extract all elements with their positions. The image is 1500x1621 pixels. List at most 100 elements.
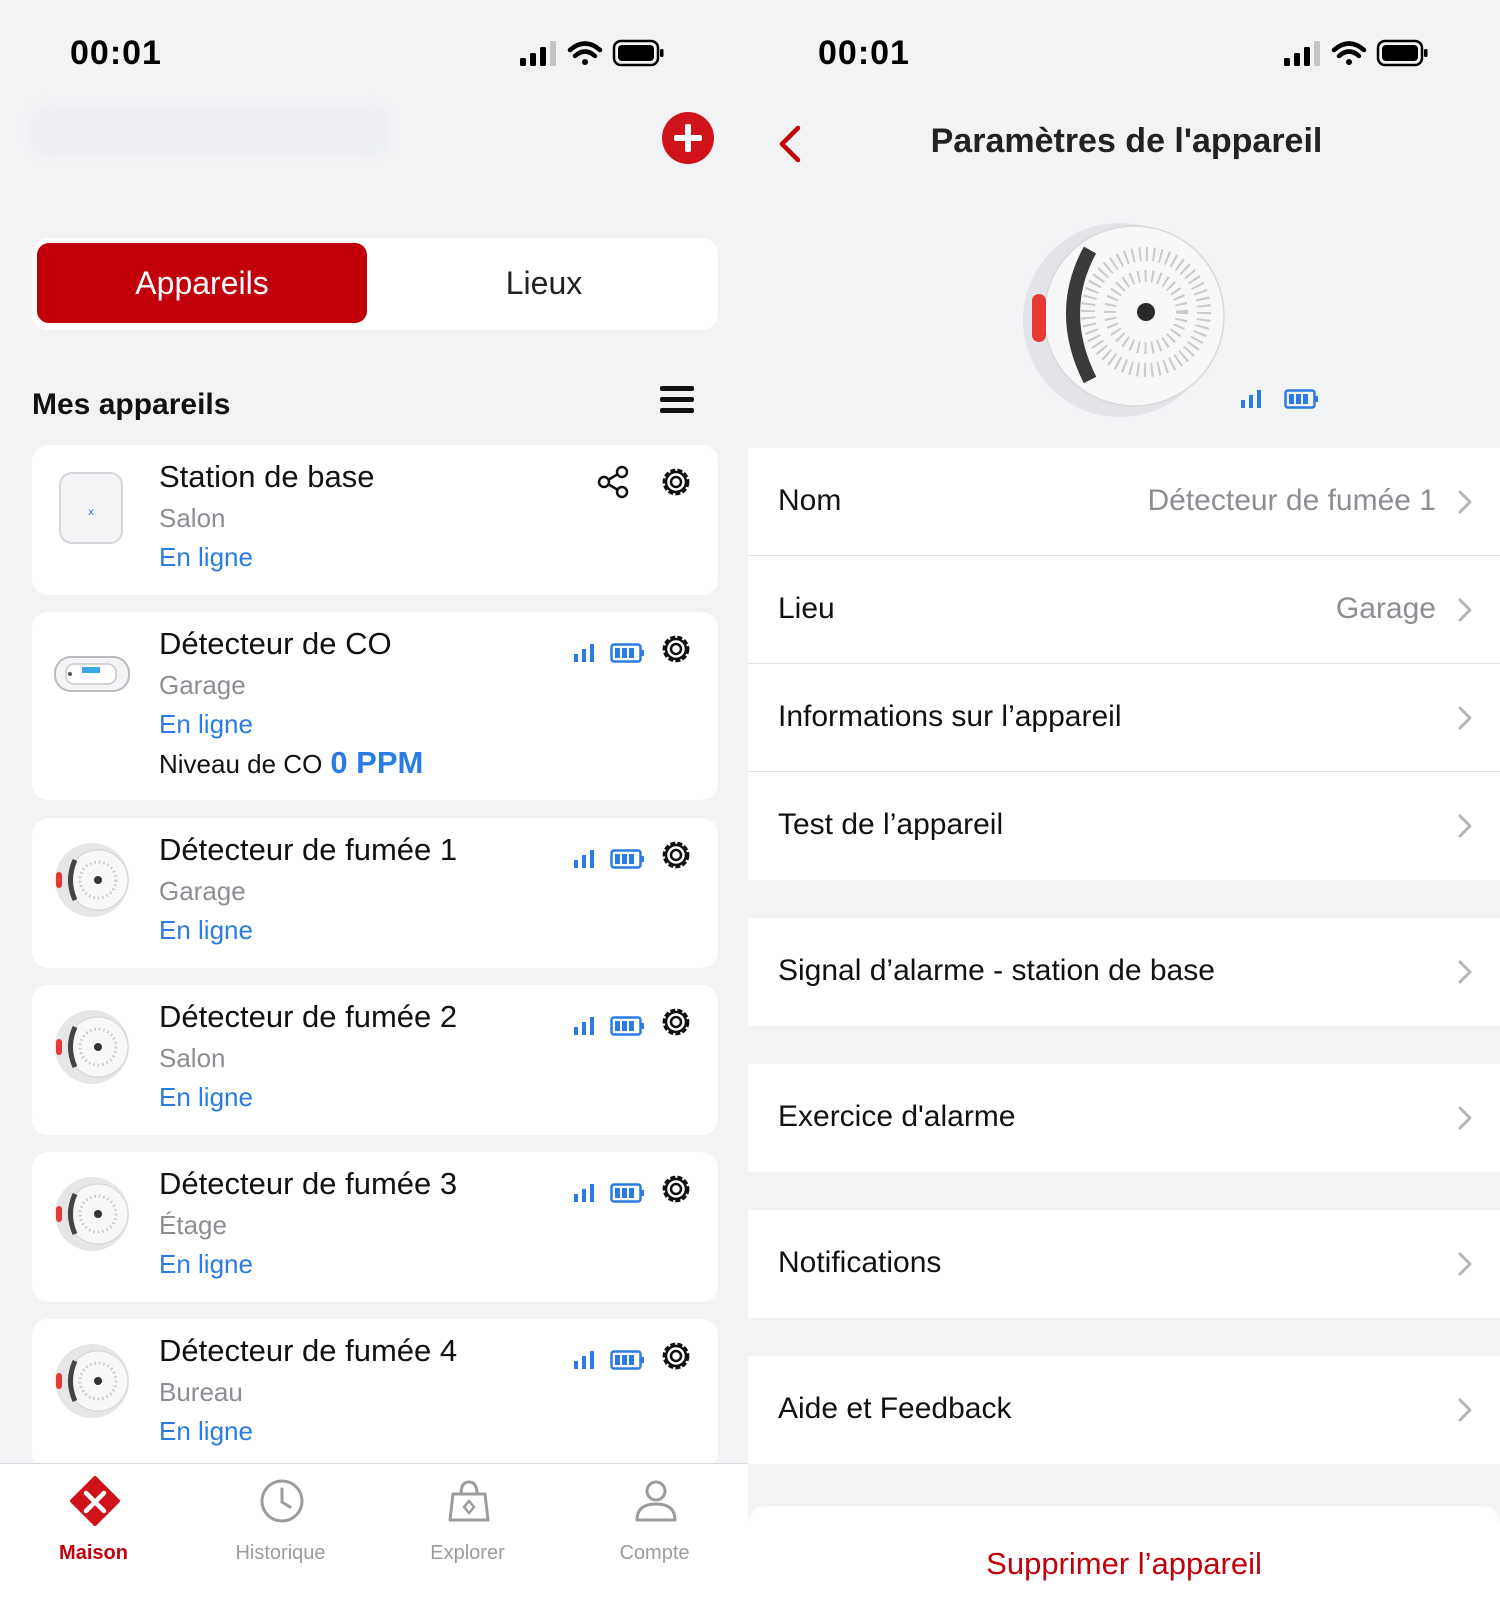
setting-row-device-info[interactable]: Informations sur l’appareil (748, 664, 1500, 772)
row-label: Signal d’alarme - station de base (778, 954, 1215, 987)
tab-label: Explorer (430, 1542, 505, 1564)
device-card-co-detector[interactable]: Détecteur de CO Garage En ligne Niveau d… (32, 612, 718, 800)
settings-gear-icon[interactable] (658, 1171, 694, 1207)
settings-gear-icon[interactable] (658, 1004, 694, 1040)
device-status: En ligne (159, 1082, 253, 1112)
row-label: Nom (778, 484, 842, 517)
device-room: Bureau (159, 1377, 243, 1407)
bag-icon (448, 1480, 490, 1522)
smoke-detector-thumbnail (55, 843, 129, 917)
bottom-tab-bar: Maison Historique Explorer Compte (0, 1463, 748, 1621)
x-logo-icon (70, 1476, 120, 1526)
device-card-base-station[interactable]: x Station de base Salon En ligne (32, 445, 718, 595)
status-bar-icons (520, 39, 664, 67)
chevron-right-icon (1458, 1106, 1472, 1130)
base-station-thumbnail: x (59, 472, 123, 544)
wifi-icon (567, 41, 603, 65)
row-label: Notifications (778, 1246, 942, 1279)
device-name: Détecteur de fumée 4 (159, 1333, 458, 1368)
device-name: Station de base (159, 459, 375, 494)
setting-row-device-test[interactable]: Test de l’appareil (748, 772, 1500, 880)
co-level-value: 0 PPM (330, 745, 424, 780)
tab-historique[interactable]: Historique (187, 1464, 374, 1584)
chevron-right-icon (1458, 490, 1472, 514)
setting-row-alarm-drill[interactable]: Exercice d'alarme (748, 1064, 1500, 1172)
chevron-right-icon (1458, 960, 1472, 984)
page-title: Paramètres de l'appareil (930, 122, 1323, 160)
devices-screen: 00:01 Appareils Lieux Mes appareils x St… (0, 0, 748, 1621)
add-device-button[interactable] (662, 112, 714, 164)
device-name: Détecteur de fumée 2 (159, 999, 458, 1034)
wifi-icon (1331, 41, 1367, 65)
tab-explorer[interactable]: Explorer (374, 1464, 561, 1584)
tab-label: Historique (235, 1542, 326, 1564)
co-level-label: Niveau de CO (159, 749, 323, 779)
smoke-detector-product-image (1023, 223, 1225, 417)
tab-compte[interactable]: Compte (561, 1464, 748, 1584)
setting-row-alarm-signal[interactable]: Signal d’alarme - station de base (748, 918, 1500, 1026)
battery-level-icon (610, 849, 644, 869)
battery-level-icon (610, 1016, 644, 1036)
setting-row-help-feedback[interactable]: Aide et Feedback (748, 1356, 1500, 1464)
section-title: Mes appareils (32, 388, 231, 421)
smoke-detector-thumbnail (55, 1344, 129, 1418)
signal-strength-icon (1241, 390, 1261, 408)
chevron-right-icon (1458, 814, 1472, 838)
cellular-signal-icon (1284, 41, 1320, 66)
share-icon[interactable] (596, 465, 630, 499)
device-status: En ligne (159, 915, 253, 945)
segmented-control: Appareils Lieux (32, 238, 718, 330)
battery-level-icon (610, 643, 644, 663)
signal-strength-icon (574, 644, 594, 662)
signal-strength-icon (574, 850, 594, 868)
tab-maison[interactable]: Maison (0, 1464, 187, 1584)
battery-level-icon (610, 1183, 644, 1203)
tab-lieux[interactable]: Lieux (375, 243, 713, 323)
row-value: Détecteur de fumée 1 (1147, 484, 1436, 517)
device-room: Garage (159, 876, 246, 906)
settings-gear-icon[interactable] (658, 631, 694, 667)
settings-gear-icon[interactable] (658, 464, 694, 500)
settings-gear-icon[interactable] (658, 837, 694, 873)
battery-level-icon (1284, 389, 1318, 409)
device-card-smoke-detector-2[interactable]: Détecteur de fumée 2 Salon En ligne (32, 985, 718, 1135)
device-card-smoke-detector-4[interactable]: Détecteur de fumée 4 Bureau En ligne (32, 1319, 718, 1469)
device-room: Étage (159, 1210, 227, 1240)
status-time: 00:01 (818, 34, 910, 72)
device-card-smoke-detector-3[interactable]: Détecteur de fumée 3 Étage En ligne (32, 1152, 718, 1302)
row-label: Test de l’appareil (778, 808, 1004, 841)
device-settings-screen: 00:01 Paramètres de l'appareil Nom Détec… (748, 0, 1500, 1621)
device-card-smoke-detector-1[interactable]: Détecteur de fumée 1 Garage En ligne (32, 818, 718, 968)
svg-text:x: x (88, 507, 94, 518)
device-name: Détecteur de fumée 3 (159, 1166, 458, 1201)
device-room: Salon (159, 1043, 226, 1073)
cellular-signal-icon (520, 41, 556, 66)
device-room: Salon (159, 503, 226, 533)
list-menu-icon[interactable] (660, 384, 694, 416)
status-bar-icons (1284, 39, 1428, 67)
tab-appareils[interactable]: Appareils (37, 243, 367, 323)
setting-row-notifications[interactable]: Notifications (748, 1210, 1500, 1318)
device-name: Détecteur de CO (159, 626, 392, 661)
settings-gear-icon[interactable] (658, 1338, 694, 1374)
delete-section: Supprimer l’appareil (748, 1506, 1500, 1621)
person-icon (635, 1480, 677, 1522)
delete-device-button[interactable]: Supprimer l’appareil (748, 1546, 1500, 1582)
chevron-right-icon (1458, 706, 1472, 730)
tab-label: Maison (59, 1542, 128, 1564)
row-label: Aide et Feedback (778, 1392, 1012, 1425)
setting-row-nom[interactable]: Nom Détecteur de fumée 1 (748, 448, 1500, 556)
setting-row-lieu[interactable]: Lieu Garage (748, 556, 1500, 664)
status-time: 00:01 (70, 34, 162, 72)
row-label: Lieu (778, 592, 835, 625)
signal-strength-icon (574, 1017, 594, 1035)
smoke-detector-thumbnail (55, 1177, 129, 1251)
chevron-right-icon (1458, 1252, 1472, 1276)
smoke-detector-thumbnail (55, 1010, 129, 1084)
device-status: En ligne (159, 709, 253, 739)
signal-strength-icon (574, 1351, 594, 1369)
device-status: En ligne (159, 1416, 253, 1446)
co-level-row: Niveau de CO 0 PPM (159, 745, 423, 781)
battery-icon (612, 39, 664, 67)
device-status: En ligne (159, 1249, 253, 1279)
